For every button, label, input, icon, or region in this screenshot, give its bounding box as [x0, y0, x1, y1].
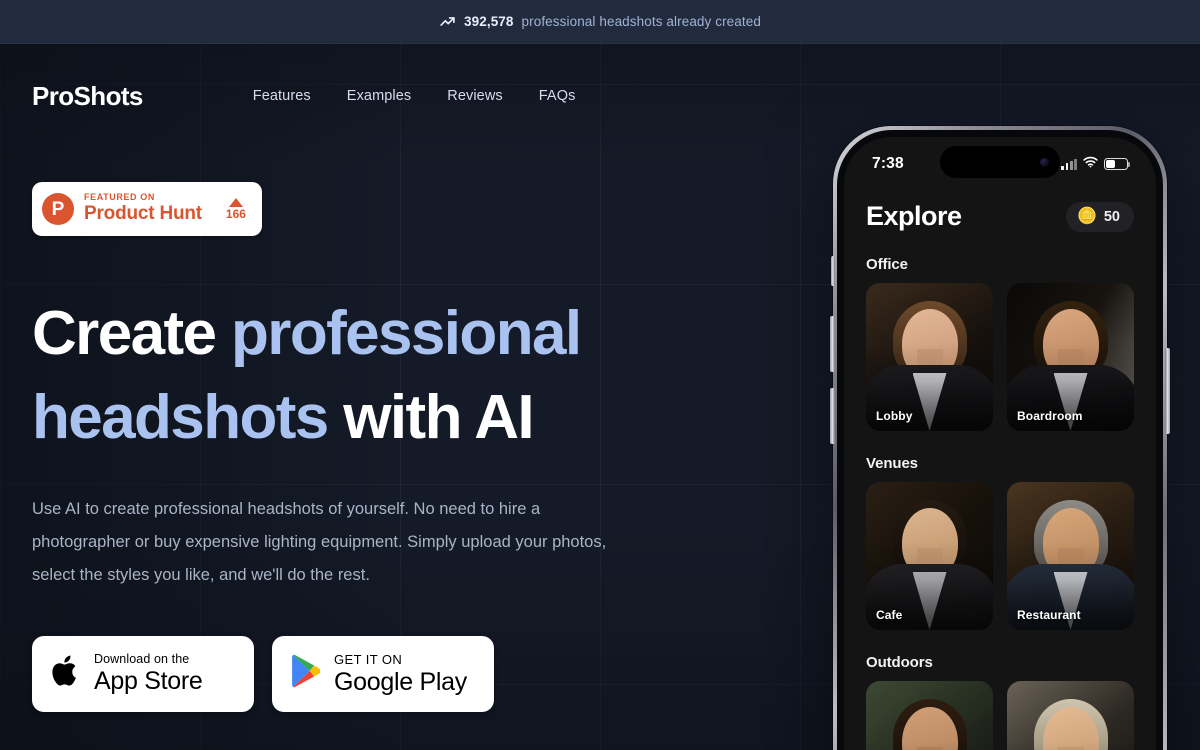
announcement-bar: 392,578 professional headshots already c… [0, 0, 1200, 44]
phone-silence-switch[interactable] [831, 256, 835, 286]
product-hunt-badge[interactable]: P FEATURED ON Product Hunt 166 [32, 182, 262, 236]
status-bar-icons [1061, 155, 1131, 173]
app-store-button[interactable]: Download on the App Store [32, 635, 254, 712]
google-play-name: Google Play [334, 667, 467, 696]
status-bar-time: 7:38 [872, 155, 904, 172]
explore-title: Explore [866, 201, 962, 231]
style-card-outdoors-1[interactable] [866, 681, 993, 750]
coin-balance-pill[interactable]: 🪙 50 [1065, 201, 1134, 232]
nav-item-features[interactable]: Features [235, 80, 329, 112]
headline-accent-headshots: headshots [32, 383, 329, 453]
phone-volume-up-button[interactable] [830, 316, 835, 372]
coin-stack-icon: 🪙 [1076, 207, 1097, 225]
section-office: Office Lobby Boardroom [866, 256, 1134, 431]
nav-item-reviews[interactable]: Reviews [429, 80, 521, 112]
phone-power-button[interactable] [1165, 348, 1170, 434]
nav-item-faqs[interactable]: FAQs [521, 80, 594, 112]
product-hunt-upvote-count: 166 [225, 207, 246, 221]
phone-mockup: 7:38 Explore 🪙 50 Office Lobby Boardroom… [830, 126, 1170, 750]
style-card-restaurant[interactable]: Restaurant [1007, 482, 1134, 630]
product-hunt-text: FEATURED ON Product Hunt [84, 192, 202, 225]
headline-part-3: with AI [327, 383, 534, 453]
section-outdoors: Outdoors [866, 654, 1134, 750]
trending-up-icon [439, 13, 456, 30]
explore-app-body: Explore 🪙 50 Office Lobby Boardroom Venu… [844, 201, 1156, 750]
phone-screen: 7:38 Explore 🪙 50 Office Lobby Boardroom… [844, 137, 1156, 750]
front-camera-icon [1040, 157, 1049, 167]
section-title-outdoors: Outdoors [866, 654, 933, 671]
main-navigation: Features Examples Reviews FAQs [235, 80, 594, 112]
card-gradient-overlay [866, 681, 993, 750]
nav-item-examples[interactable]: Examples [329, 80, 429, 112]
announcement-text: professional headshots already created [521, 14, 761, 29]
phone-volume-down-button[interactable] [830, 388, 835, 444]
style-card-label: Boardroom [1017, 409, 1083, 423]
google-play-label: GET IT ON Google Play [334, 652, 467, 696]
google-play-kicker: GET IT ON [334, 651, 403, 667]
dynamic-island [940, 146, 1060, 178]
style-card-outdoors-2[interactable] [1007, 681, 1134, 750]
section-title-office: Office [866, 256, 908, 273]
explore-topbar: Explore 🪙 50 [866, 201, 1134, 232]
headline-part-1: Create [32, 299, 232, 368]
app-store-buttons: Download on the App Store GET IT ON Goog… [32, 635, 672, 712]
section-venues: Venues Cafe Restaurant [866, 455, 1134, 630]
section-title-venues: Venues [866, 455, 918, 472]
cellular-bars-icon [1061, 158, 1077, 170]
product-hunt-name: Product Hunt [84, 203, 202, 225]
card-grid-office: Lobby Boardroom [866, 283, 1134, 431]
hero-section: P FEATURED ON Product Hunt 166 Create pr… [32, 182, 672, 712]
phone-status-bar: 7:38 [844, 137, 1156, 191]
product-hunt-upvote[interactable]: 166 [226, 198, 246, 220]
app-store-name: App Store [94, 667, 203, 696]
headline-accent-professional: professional [231, 299, 582, 368]
style-card-boardroom[interactable]: Boardroom [1007, 283, 1134, 431]
phone-frame: 7:38 Explore 🪙 50 Office Lobby Boardroom… [830, 126, 1170, 750]
card-gradient-overlay [1007, 681, 1134, 750]
hero-subheadline: Use AI to create professional headshots … [32, 499, 607, 584]
google-play-icon [290, 653, 322, 694]
app-store-label: Download on the App Store [94, 651, 203, 696]
battery-icon [1104, 158, 1131, 170]
product-hunt-kicker: FEATURED ON [84, 192, 155, 203]
google-play-button[interactable]: GET IT ON Google Play [272, 635, 494, 712]
hero-headline: Create professional headshots with AI [32, 292, 672, 461]
headshots-created-count: 392,578 [464, 14, 514, 29]
style-card-cafe[interactable]: Cafe [866, 482, 993, 630]
card-grid-venues: Cafe Restaurant [866, 482, 1134, 630]
caret-up-icon [228, 198, 243, 207]
card-grid-outdoors [866, 681, 1134, 750]
app-store-kicker: Download on the [94, 651, 190, 666]
wifi-icon [1083, 155, 1098, 173]
style-card-lobby[interactable]: Lobby [866, 283, 993, 431]
style-card-label: Cafe [876, 608, 903, 622]
coin-balance-value: 50 [1103, 208, 1120, 225]
style-card-label: Restaurant [1017, 608, 1081, 622]
product-hunt-logo-icon: P [42, 193, 74, 225]
apple-logo-icon [50, 652, 82, 695]
brand-logo[interactable]: ProShots [32, 81, 143, 112]
style-card-label: Lobby [876, 409, 913, 423]
